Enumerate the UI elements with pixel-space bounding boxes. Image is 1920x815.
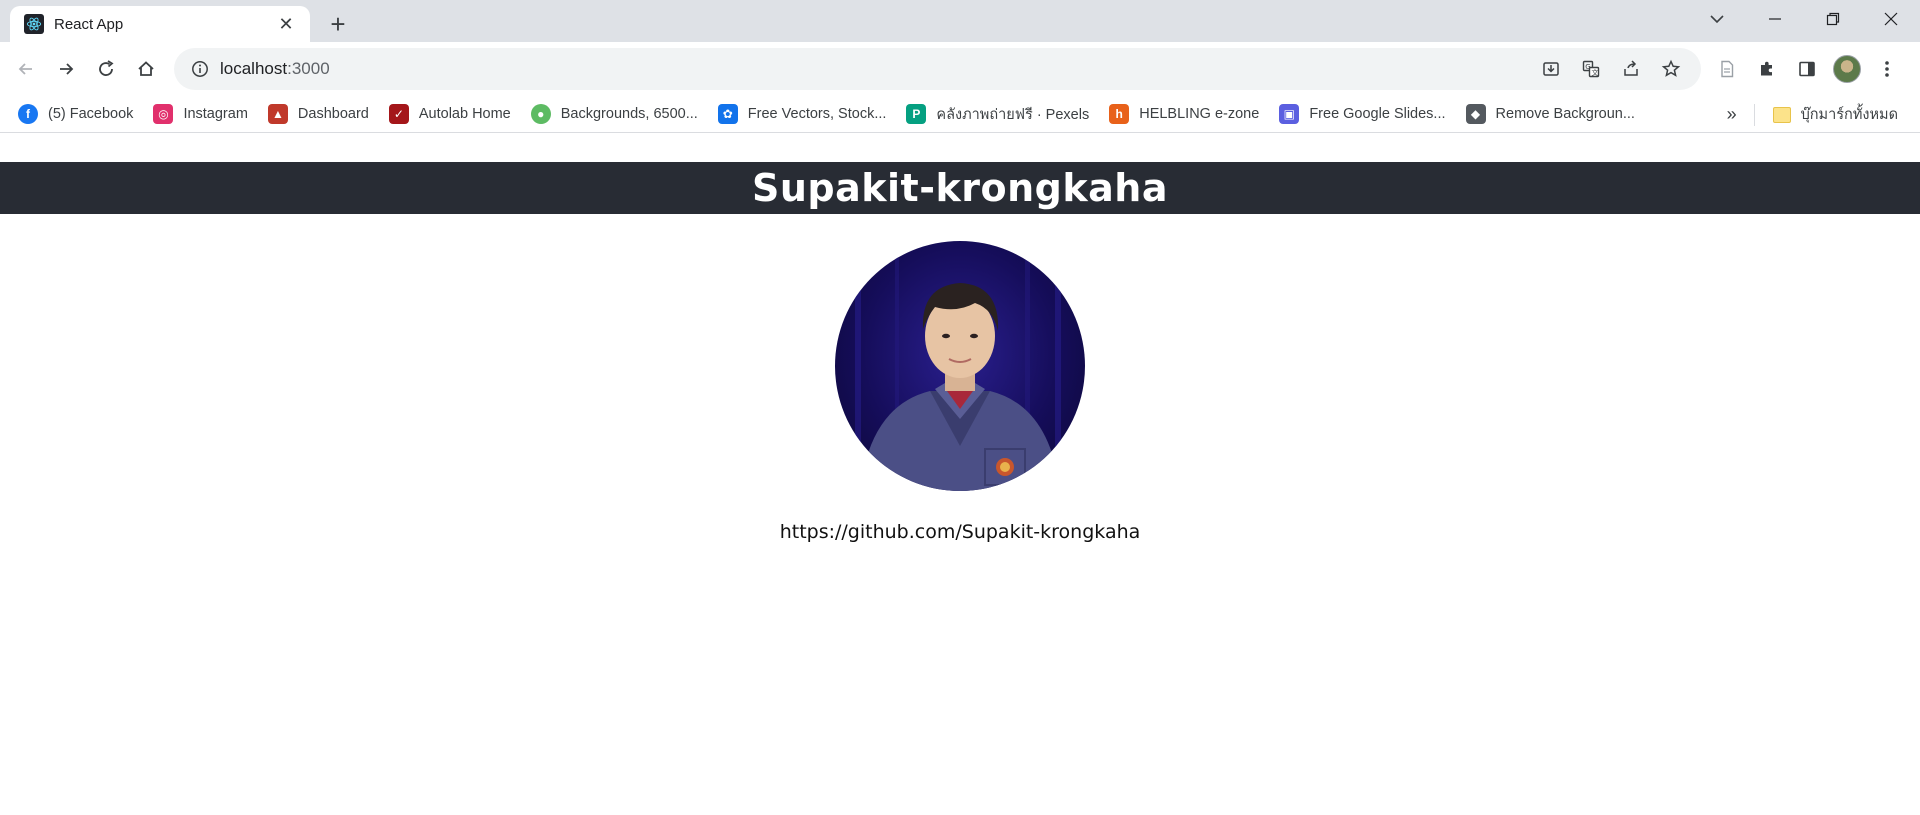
translate-button[interactable]: G 文: [1571, 51, 1611, 87]
instagram-icon: ◎: [153, 104, 174, 124]
react-icon: [24, 14, 44, 34]
svg-text:文: 文: [1592, 68, 1599, 77]
bookmark-label: Free Google Slides...: [1309, 106, 1446, 122]
translate-icon: G 文: [1582, 60, 1600, 78]
bookmark-label: Remove Backgroun...: [1495, 106, 1635, 122]
bookmark-item[interactable]: ● Backgrounds, 6500...: [523, 100, 706, 128]
bookmark-item[interactable]: ✓ Autolab Home: [381, 100, 519, 128]
facebook-icon: f: [18, 104, 38, 124]
restore-icon: [1826, 12, 1840, 26]
svg-text:G: G: [1585, 63, 1590, 71]
browser-toolbar: localhost:3000 G 文: [0, 42, 1920, 96]
removebg-icon: ◆: [1465, 104, 1486, 124]
bookmark-item[interactable]: ✿ Free Vectors, Stock...: [710, 100, 895, 128]
arrow-left-icon: [18, 63, 32, 75]
window-controls: [1746, 0, 1920, 38]
install-icon: [1543, 62, 1559, 76]
backgrounds-icon: ●: [530, 104, 551, 124]
close-icon: [1884, 12, 1898, 26]
chevron-down-icon: [1710, 15, 1724, 24]
url-port: :3000: [287, 59, 330, 78]
profile-button[interactable]: [1827, 49, 1867, 89]
back-button[interactable]: [8, 51, 44, 87]
new-tab-button[interactable]: +: [322, 8, 354, 40]
bookmark-label: คลังภาพถ่ายฟรี · Pexels: [936, 106, 1090, 123]
bookmark-star-button[interactable]: [1651, 51, 1691, 87]
github-link[interactable]: https://github.com/Supakit-krongkaha: [0, 521, 1920, 543]
menu-button[interactable]: [1867, 49, 1907, 89]
bookmark-item[interactable]: P คลังภาพถ่ายฟรี · Pexels: [898, 100, 1097, 128]
reading-list-button[interactable]: [1707, 49, 1747, 89]
bookmark-label: Dashboard: [297, 106, 369, 122]
share-icon: [1624, 60, 1638, 76]
home-button[interactable]: [128, 51, 164, 87]
slidesgo-icon: ▣: [1279, 104, 1300, 124]
star-icon: [1661, 59, 1681, 77]
bookmarks-bar: f (5) Facebook ◎ Instagram ▲ Dashboard ✓ Autola…: [0, 96, 1920, 133]
reload-button[interactable]: [88, 51, 124, 87]
bookmarks-overflow-button[interactable]: »: [1720, 104, 1744, 125]
minimize-button[interactable]: [1746, 0, 1804, 38]
tab-title: React App: [54, 15, 124, 33]
more-vertical-icon: [1885, 61, 1889, 77]
tab-close-icon[interactable]: ✕: [274, 12, 298, 36]
page-content: Supakit-krongkaha https://github.com/Sup…: [0, 133, 1920, 814]
bookmark-label: Instagram: [183, 106, 248, 122]
minimize-icon: [1769, 18, 1781, 20]
home-icon: [138, 61, 154, 76]
all-bookmarks-folder[interactable]: บุ๊กมาร์กทั้งหมด: [1765, 101, 1906, 129]
bookmark-item[interactable]: ▣ Free Google Slides...: [1271, 100, 1453, 128]
url-host: localhost: [220, 59, 288, 78]
autolab-icon: ✓: [388, 104, 409, 124]
address-url[interactable]: localhost:3000: [220, 59, 1531, 79]
forward-button[interactable]: [48, 51, 84, 87]
pexels-icon: P: [906, 104, 927, 124]
profile-photo: [835, 241, 1085, 491]
side-panel-button[interactable]: [1787, 49, 1827, 89]
extensions-button[interactable]: [1747, 49, 1787, 89]
puzzle-icon: [1761, 61, 1772, 76]
bookmark-item[interactable]: ◆ Remove Backgroun...: [1458, 100, 1643, 128]
site-info-icon[interactable]: [188, 57, 212, 81]
browser-tabstrip: React App ✕ +: [0, 0, 1920, 42]
app-header: Supakit-krongkaha: [0, 162, 1920, 214]
freepik-icon: ✿: [717, 104, 738, 124]
page-title: Supakit-krongkaha: [752, 166, 1168, 210]
address-bar[interactable]: localhost:3000 G 文: [174, 48, 1701, 90]
rocket-icon: ▲: [267, 104, 288, 124]
bookmark-item[interactable]: f (5) Facebook: [10, 100, 141, 128]
reload-icon: [99, 60, 114, 76]
bookmark-item[interactable]: ◎ Instagram: [145, 100, 255, 128]
document-icon: [1721, 60, 1734, 78]
arrow-right-icon: [60, 63, 74, 75]
tab-search-button[interactable]: [1692, 0, 1742, 38]
share-button[interactable]: [1611, 51, 1651, 87]
side-panel-icon: [1799, 61, 1815, 77]
bookmarks-separator: [1753, 103, 1755, 126]
install-app-button[interactable]: [1531, 51, 1571, 87]
browser-tab[interactable]: React App ✕: [10, 6, 310, 42]
bookmark-label: Backgrounds, 6500...: [560, 106, 698, 122]
avatar: [1833, 55, 1861, 83]
close-window-button[interactable]: [1862, 0, 1920, 38]
bookmark-label: HELBLING e-zone: [1139, 106, 1260, 122]
bookmark-label: Free Vectors, Stock...: [747, 106, 887, 122]
all-bookmarks-label: บุ๊กมาร์กทั้งหมด: [1800, 107, 1898, 123]
bookmark-item[interactable]: h HELBLING e-zone: [1101, 100, 1267, 128]
bookmark-item[interactable]: ▲ Dashboard: [260, 100, 377, 128]
bookmark-label: Autolab Home: [418, 106, 511, 122]
bookmark-label: (5) Facebook: [48, 106, 134, 122]
restore-button[interactable]: [1804, 0, 1862, 38]
folder-icon: [1772, 106, 1791, 123]
helbling-icon: h: [1109, 104, 1130, 124]
